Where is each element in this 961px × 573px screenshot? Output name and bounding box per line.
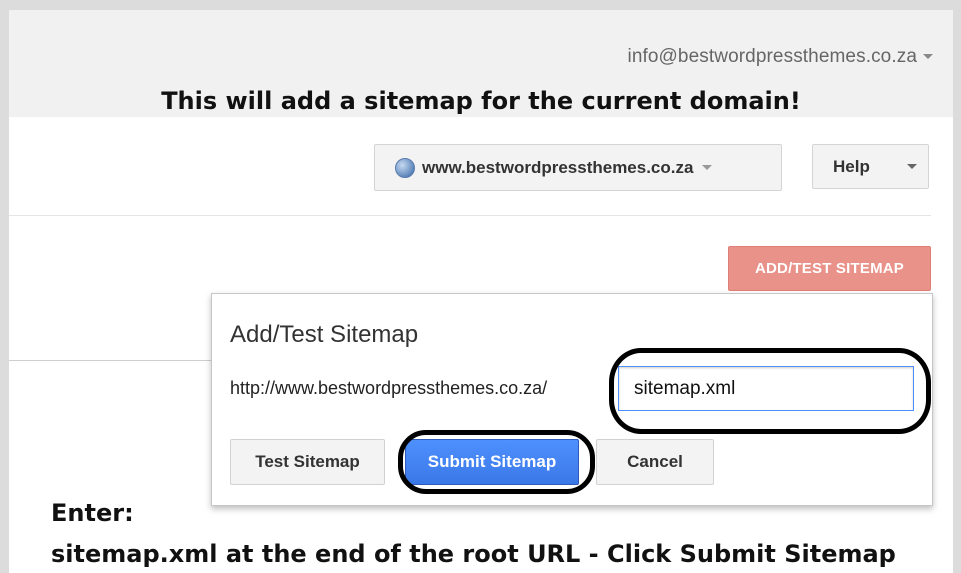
chevron-down-icon	[923, 54, 933, 60]
annotation-circle-input	[609, 348, 931, 434]
add-test-sitemap-button[interactable]: ADD/TEST SITEMAP	[728, 246, 931, 291]
dialog-title: Add/Test Sitemap	[230, 321, 419, 348]
divider	[9, 215, 931, 216]
instruction-line-2: sitemap.xml at the end of the root URL -…	[51, 540, 896, 568]
account-email: info@bestwordpressthemes.co.za	[627, 46, 917, 67]
globe-icon	[395, 157, 415, 178]
cancel-button[interactable]: Cancel	[596, 439, 714, 485]
top-bar: info@bestwordpressthemes.co.za This will…	[9, 10, 953, 117]
divider	[9, 360, 214, 361]
help-label: Help	[833, 156, 870, 176]
annotation-circle-submit	[398, 430, 595, 494]
instruction-line-1: Enter:	[51, 499, 134, 527]
app-window: info@bestwordpressthemes.co.za This will…	[9, 10, 953, 573]
account-menu[interactable]: info@bestwordpressthemes.co.za	[628, 46, 933, 68]
chevron-down-icon	[907, 164, 917, 169]
url-prefix: http://www.bestwordpressthemes.co.za/	[230, 378, 548, 398]
site-selector-label: www.bestwordpressthemes.co.za	[422, 157, 694, 177]
site-selector-button[interactable]: www.bestwordpressthemes.co.za	[374, 144, 782, 191]
help-button[interactable]: Help	[812, 144, 929, 189]
test-sitemap-button[interactable]: Test Sitemap	[230, 439, 385, 485]
annotation-headline: This will add a sitemap for the current …	[161, 87, 801, 115]
chevron-down-icon	[702, 165, 713, 170]
